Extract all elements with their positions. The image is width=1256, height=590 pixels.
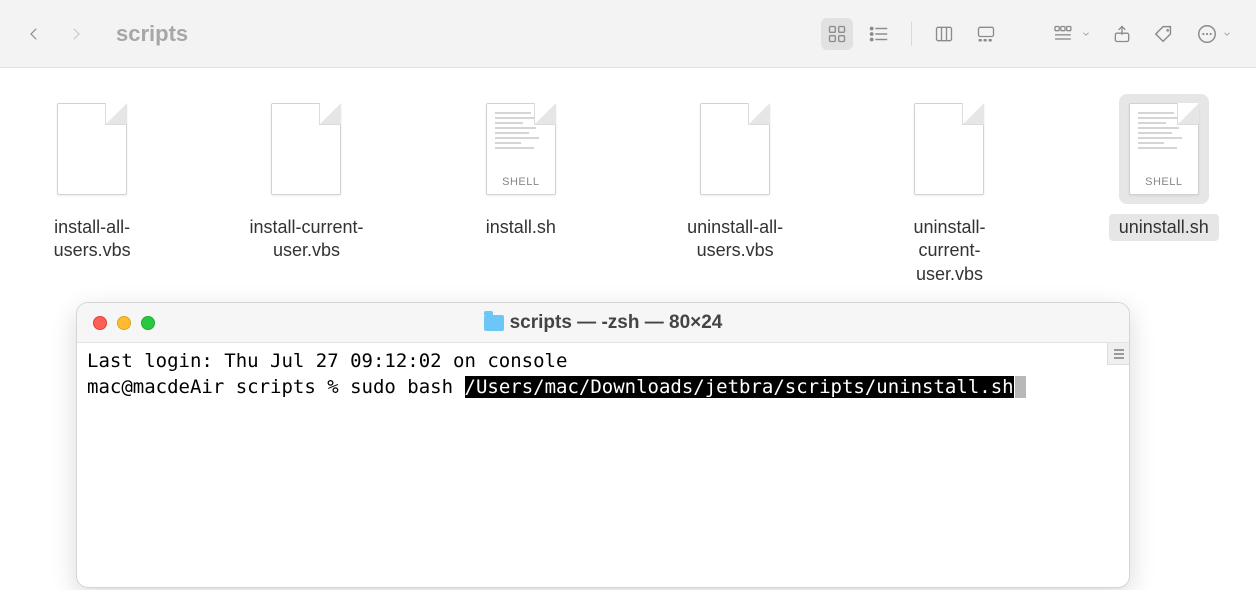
terminal-command-path: /Users/mac/Downloads/jetbra/scripts/unin…	[465, 376, 1014, 398]
file-name-label: install-current- user.vbs	[239, 214, 373, 265]
window-close-button[interactable]	[93, 316, 107, 330]
view-columns-button[interactable]	[928, 18, 960, 50]
terminal-titlebar[interactable]: scripts — -zsh — 80×24	[77, 303, 1129, 343]
finder-toolbar: scripts	[0, 0, 1256, 68]
file-icon	[690, 94, 780, 204]
file-item[interactable]: install-all- users.vbs	[20, 94, 164, 288]
nav-forward-button[interactable]	[60, 18, 92, 50]
file-icon	[904, 94, 994, 204]
file-item[interactable]: uninstall-all- users.vbs	[663, 94, 807, 288]
file-name-label: uninstall.sh	[1109, 214, 1219, 241]
file-icon	[476, 94, 566, 204]
file-icon	[47, 94, 137, 204]
terminal-body[interactable]: Last login: Thu Jul 27 09:12:02 on conso…	[77, 343, 1129, 587]
window-minimize-button[interactable]	[117, 316, 131, 330]
terminal-prompt: mac@macdeAir scripts %	[87, 376, 350, 398]
share-button[interactable]	[1106, 18, 1138, 50]
view-icons-button[interactable]	[821, 18, 853, 50]
group-by-button[interactable]	[1048, 18, 1096, 50]
window-zoom-button[interactable]	[141, 316, 155, 330]
view-list-button[interactable]	[863, 18, 895, 50]
file-item[interactable]: uninstall-current- user.vbs	[877, 94, 1021, 288]
file-name-label: install-all- users.vbs	[44, 214, 141, 265]
file-icon	[1119, 94, 1209, 204]
tags-button[interactable]	[1148, 18, 1180, 50]
terminal-command-plain: sudo bash	[350, 376, 464, 398]
file-item[interactable]: install-current- user.vbs	[234, 94, 378, 288]
more-actions-button[interactable]	[1190, 18, 1238, 50]
file-name-label: uninstall-all- users.vbs	[677, 214, 793, 265]
terminal-title: scripts — -zsh — 80×24	[510, 312, 723, 334]
view-gallery-button[interactable]	[970, 18, 1002, 50]
folder-title: scripts	[116, 21, 188, 47]
file-grid: install-all- users.vbs install-current- u…	[0, 68, 1256, 288]
terminal-window: scripts — -zsh — 80×24 Last login: Thu J…	[76, 302, 1130, 588]
file-name-label: install.sh	[476, 214, 566, 241]
file-item[interactable]: uninstall.sh	[1092, 94, 1236, 288]
nav-back-button[interactable]	[18, 18, 50, 50]
file-icon	[261, 94, 351, 204]
file-name-label: uninstall-current- user.vbs	[877, 214, 1021, 288]
file-item[interactable]: install.sh	[449, 94, 593, 288]
terminal-cursor	[1015, 376, 1026, 398]
terminal-last-login: Last login: Thu Jul 27 09:12:02 on conso…	[87, 350, 567, 372]
folder-icon	[484, 315, 504, 331]
